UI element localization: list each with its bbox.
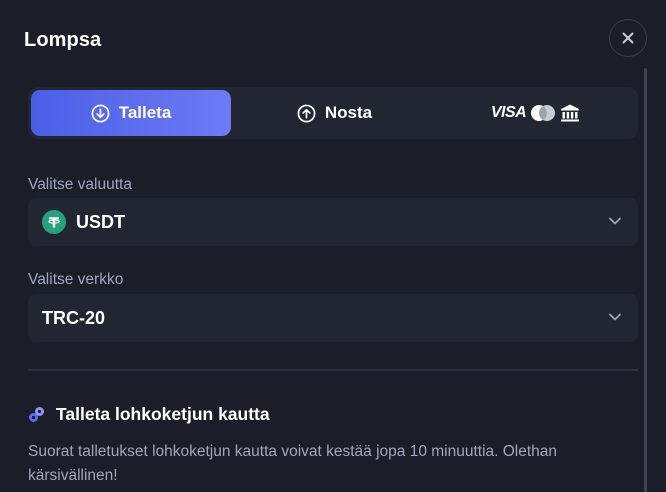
chevron-down-icon: [609, 313, 621, 321]
info-text: Suorat talletukset lohkoketjun kautta vo…: [28, 443, 558, 484]
tab-deposit-label: Talleta: [118, 103, 172, 122]
section-divider: [28, 369, 638, 371]
chevron-down-icon: [609, 217, 621, 225]
arrow-up-circle-icon: [297, 104, 316, 122]
info-heading: Talleta lohkoketjun kautta: [28, 404, 270, 425]
close-button[interactable]: [609, 19, 647, 57]
close-icon: [622, 32, 634, 44]
tab-deposit[interactable]: Talleta: [31, 90, 231, 136]
blockchain-icon: [29, 407, 44, 422]
modal-title: Lompsa: [24, 29, 102, 51]
currency-label: Valitse valuutta: [28, 176, 132, 193]
network-label: Valitse verkko: [28, 271, 124, 288]
arrow-down-circle-icon: [91, 104, 110, 122]
wallet-modal: Lompsa Talleta Nosta VISA Valitse valuut…: [0, 0, 666, 492]
tab-card-payment[interactable]: VISA: [436, 90, 635, 136]
scrollbar[interactable]: [644, 68, 647, 492]
currency-select[interactable]: USDT: [28, 198, 638, 246]
currency-value: USDT: [76, 211, 125, 232]
network-value: TRC-20: [42, 307, 106, 328]
bank-icon: [561, 104, 580, 122]
tab-withdraw-label: Nosta: [324, 103, 373, 122]
tether-icon: [42, 210, 66, 234]
visa-logo: VISA: [490, 104, 527, 121]
mastercard-icon: [531, 105, 556, 121]
tab-withdraw[interactable]: Nosta: [235, 90, 434, 136]
network-select[interactable]: TRC-20: [28, 294, 638, 342]
wallet-tabs: Talleta Nosta VISA: [28, 87, 638, 139]
info-title: Talleta lohkoketjun kautta: [56, 404, 270, 424]
